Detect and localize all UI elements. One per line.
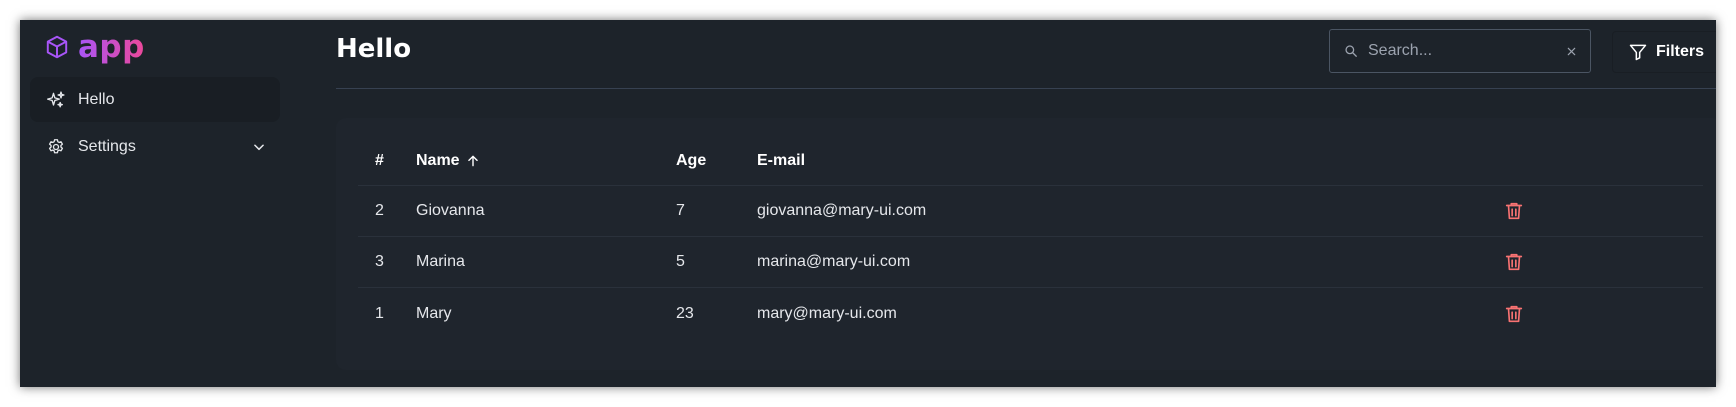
search-input[interactable] xyxy=(1368,42,1558,60)
delete-button[interactable] xyxy=(1503,186,1525,236)
page-title: Hello xyxy=(336,34,412,64)
column-header-email: E-mail xyxy=(757,151,806,169)
cube-icon xyxy=(46,35,68,59)
column-header-age: Age xyxy=(676,151,707,169)
brand-name: app xyxy=(78,29,145,65)
cell-age: 5 xyxy=(676,253,685,270)
gear-icon xyxy=(48,138,64,153)
main-content: Hello Filters # Name xyxy=(336,20,1716,387)
cell-email: marina@mary-ui.com xyxy=(757,253,911,270)
cell-age: 7 xyxy=(676,202,685,219)
cell-id: 3 xyxy=(375,253,384,270)
cell-email: mary@mary-ui.com xyxy=(757,304,897,322)
brand-logo[interactable]: app xyxy=(44,30,145,64)
sidebar-item-label: Hello xyxy=(78,90,115,108)
table-row[interactable]: 3 Marina 5 marina@mary-ui.com xyxy=(358,237,1703,288)
table-row[interactable]: 1 Mary 23 mary@mary-ui.com xyxy=(358,288,1703,339)
cell-id: 2 xyxy=(375,202,384,219)
cell-age: 23 xyxy=(676,304,694,322)
sidebar-item-settings[interactable]: Settings xyxy=(30,124,280,169)
search-icon xyxy=(1345,45,1357,57)
header-divider xyxy=(336,88,1716,89)
filters-label: Filters xyxy=(1655,43,1704,60)
users-table: # Name Age E-mail 2 Giovanna 7 giovanna@… xyxy=(358,136,1703,339)
cell-email: giovanna@mary-ui.com xyxy=(757,202,927,219)
cell-name: Giovanna xyxy=(416,202,485,219)
table-row[interactable]: 2 Giovanna 7 giovanna@mary-ui.com xyxy=(358,186,1703,237)
table-header-row: # Name Age E-mail xyxy=(358,136,1703,186)
cell-id: 1 xyxy=(375,304,384,322)
filters-button[interactable]: Filters xyxy=(1612,31,1716,73)
chevron-down-icon[interactable] xyxy=(252,140,266,154)
column-header-id: # xyxy=(375,151,384,169)
sidebar-nav: Hello Settings xyxy=(30,77,280,171)
trash-icon xyxy=(1505,202,1523,220)
delete-button[interactable] xyxy=(1503,237,1525,287)
cell-name: Marina xyxy=(416,253,465,270)
sort-ascending-icon xyxy=(467,155,478,166)
filter-icon xyxy=(1629,44,1647,61)
delete-button[interactable] xyxy=(1503,288,1525,339)
column-header-name-label: Name xyxy=(416,151,460,169)
sidebar-item-hello[interactable]: Hello xyxy=(30,77,280,122)
trash-icon xyxy=(1505,305,1523,322)
sparkles-icon xyxy=(47,90,65,107)
trash-icon xyxy=(1505,253,1523,271)
column-header-name[interactable]: Name xyxy=(416,136,480,185)
clear-icon[interactable] xyxy=(1566,46,1577,57)
cell-name: Mary xyxy=(416,304,452,322)
users-table-card: # Name Age E-mail 2 Giovanna 7 giovanna@… xyxy=(336,118,1716,370)
sidebar-item-label: Settings xyxy=(78,137,136,155)
app-window: app Hello Settings Hello Search... Filte… xyxy=(20,20,1716,387)
search-box[interactable] xyxy=(1329,29,1591,73)
sidebar: app Hello Settings xyxy=(20,20,295,387)
